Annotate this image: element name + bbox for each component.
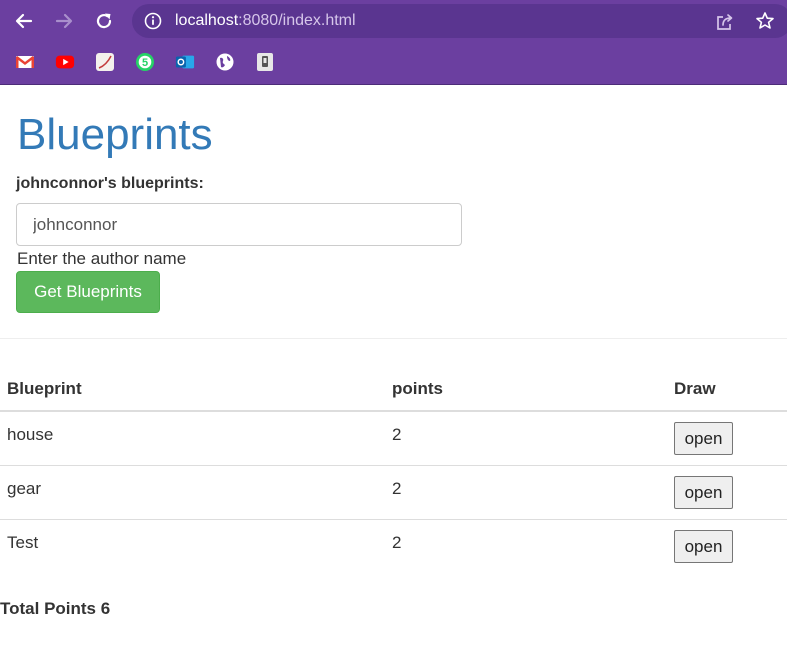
blueprint-name-cell: Test: [0, 520, 385, 574]
reload-button[interactable]: [92, 9, 116, 33]
url-host: localhost: [175, 12, 239, 29]
arrow-left-icon: [15, 13, 33, 29]
back-button[interactable]: [12, 9, 36, 33]
draw-cell: open: [667, 465, 787, 520]
blueprint-points: 2: [392, 425, 402, 444]
table-row: gear 2 open: [0, 465, 787, 520]
get-blueprints-button[interactable]: Get Blueprints: [16, 271, 160, 313]
points-cell: 2: [385, 411, 667, 466]
header-points: points: [385, 368, 667, 412]
open-button[interactable]: open: [674, 422, 733, 455]
table-header-row: Blueprint points Draw: [0, 368, 787, 412]
total-points: Total Points 6: [0, 599, 111, 618]
outlook-icon[interactable]: [175, 52, 195, 72]
points-cell: 2: [385, 465, 667, 520]
url-text: localhost:8080/index.html: [175, 12, 356, 30]
whatsapp-icon[interactable]: 5: [135, 52, 155, 72]
youtube-icon[interactable]: [55, 52, 75, 72]
author-help-text: Enter the author name: [17, 249, 187, 268]
blueprint-name: Test: [7, 533, 39, 552]
page-title: Blueprints: [17, 110, 213, 159]
author-name-input[interactable]: [16, 203, 462, 246]
blueprint-name-cell: gear: [0, 465, 385, 520]
reload-icon: [96, 13, 112, 29]
blueprint-name-cell: house: [0, 411, 385, 466]
bookmarks-bar: 5: [0, 42, 787, 85]
info-icon[interactable]: [144, 12, 162, 30]
blueprint-points: 2: [392, 533, 402, 552]
url-path: :8080/index.html: [238, 12, 356, 29]
address-bar[interactable]: localhost:8080/index.html: [132, 4, 787, 38]
author-blueprints-label: johnconnor's blueprints:: [16, 175, 204, 192]
whatsapp-badge: 5: [142, 57, 148, 69]
divider: [0, 338, 787, 339]
gmail-icon[interactable]: [15, 52, 35, 72]
page-content: Blueprints johnconnor's blueprints: Ente…: [0, 85, 787, 654]
open-button[interactable]: open: [674, 476, 733, 509]
arrow-right-icon: [55, 13, 73, 29]
blueprints-table: Blueprint points Draw house 2 open gear …: [0, 368, 787, 573]
blueprint-name: house: [7, 425, 54, 444]
blueprint-points: 2: [392, 479, 402, 498]
blueprint-name: gear: [7, 479, 42, 498]
star-icon[interactable]: [755, 11, 775, 31]
open-button[interactable]: open: [674, 530, 733, 563]
globe-icon[interactable]: [215, 52, 235, 72]
table-row: house 2 open: [0, 411, 787, 466]
table-row: Test 2 open: [0, 520, 787, 574]
header-draw: Draw: [667, 368, 787, 412]
phone-icon[interactable]: [255, 52, 275, 72]
draw-cell: open: [667, 520, 787, 574]
share-icon[interactable]: [715, 12, 735, 32]
forward-button[interactable]: [52, 9, 76, 33]
notes-icon[interactable]: [95, 52, 115, 72]
header-blueprint: Blueprint: [0, 368, 385, 412]
points-cell: 2: [385, 520, 667, 574]
browser-toolbar: localhost:8080/index.html: [0, 0, 787, 42]
draw-cell: open: [667, 411, 787, 466]
